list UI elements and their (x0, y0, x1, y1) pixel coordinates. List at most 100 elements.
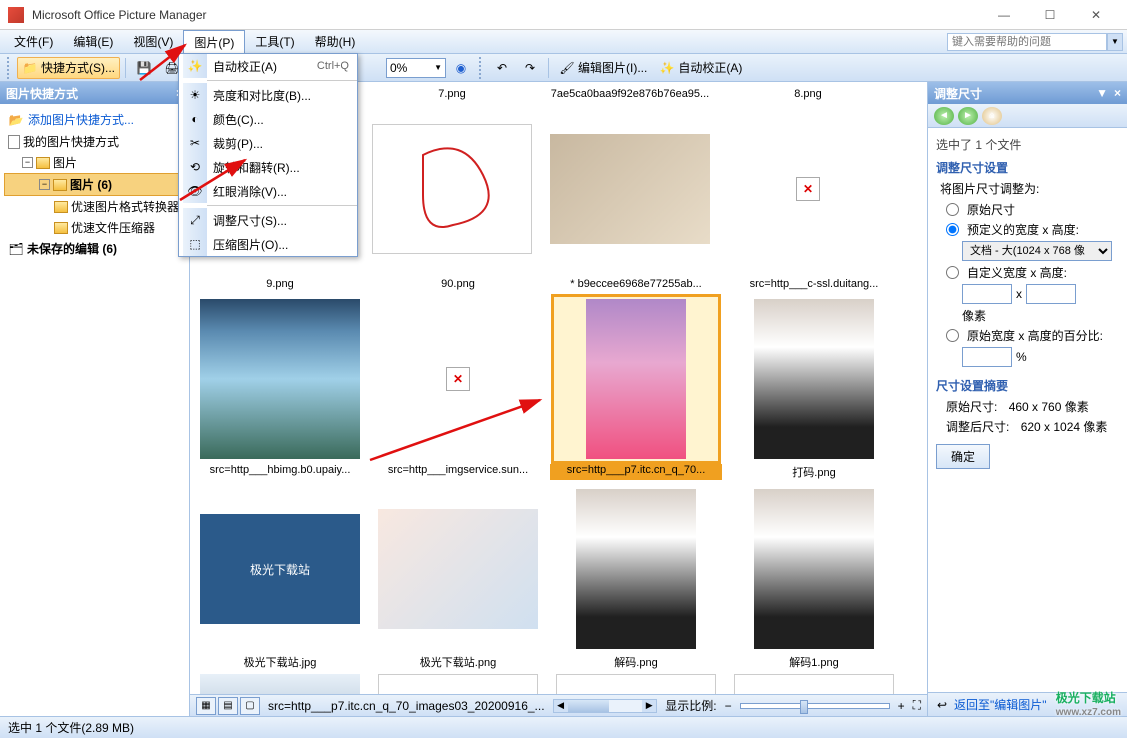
tree-root-label: 我的图片快捷方式 (23, 133, 119, 150)
help-dropdown-button[interactable]: ▼ (1107, 33, 1123, 51)
thumbnail[interactable] (551, 484, 721, 654)
page-icon (8, 135, 20, 149)
menu-edit[interactable]: 编辑(E) (63, 30, 123, 53)
zoom-in-button[interactable]: + (898, 699, 905, 713)
back-to-edit-link[interactable]: 返回至"编辑图片" (954, 696, 1047, 713)
thumbnail[interactable] (729, 484, 899, 654)
thumbnail[interactable] (545, 104, 715, 274)
radio-preset-size[interactable] (946, 223, 959, 236)
taskpane-close-button[interactable]: × (1114, 86, 1121, 100)
percent-input[interactable] (962, 347, 1012, 367)
menu-color[interactable]: ◐颜色(C)... (179, 107, 357, 131)
menu-file[interactable]: 文件(F) (4, 30, 63, 53)
preset-size-select[interactable]: 文档 - 大(1024 x 768 像 (962, 241, 1112, 261)
maximize-button[interactable]: ☐ (1027, 0, 1073, 30)
thumbnail[interactable] (551, 674, 721, 694)
thumbnail[interactable] (195, 674, 365, 694)
menu-tools[interactable]: 工具(T) (245, 30, 304, 53)
menu-compress[interactable]: ⬚压缩图片(O)... (179, 232, 357, 256)
menu-view[interactable]: 视图(V) (123, 30, 183, 53)
back-icon: ↩ (934, 697, 950, 713)
nav-home-button[interactable]: ⌂ (982, 107, 1002, 125)
custom-height-input[interactable] (1026, 284, 1076, 304)
thumbnail[interactable] (367, 104, 537, 274)
view-thumbs-button[interactable]: ▦ (196, 697, 216, 715)
collapse-icon[interactable]: − (39, 179, 50, 190)
radio-custom-label: 自定义宽度 x 高度: (967, 264, 1067, 281)
radio-original-size[interactable] (946, 203, 959, 216)
edit-picture-button[interactable]: 🖌编辑图片(I)... (554, 57, 652, 79)
radio-custom-size[interactable] (946, 266, 959, 279)
zoom-slider[interactable] (740, 703, 890, 709)
tree-compressor[interactable]: 优速文件压缩器 (4, 217, 185, 238)
menu-picture[interactable]: 图片(P) (183, 30, 245, 53)
rotate-right-button[interactable]: ↷ (517, 57, 543, 79)
tree-compressor-label: 优速文件压缩器 (71, 219, 155, 236)
menu-resize[interactable]: ⤢调整尺寸(S)... (179, 208, 357, 232)
help-button[interactable]: ◉ (448, 57, 474, 79)
menu-auto-correct[interactable]: ✨自动校正(A)Ctrl+Q (179, 54, 357, 78)
minimize-button[interactable]: — (981, 0, 1027, 30)
thumb-caption: 8.png (722, 88, 894, 104)
menu-crop[interactable]: ✂裁剪(P)... (179, 131, 357, 155)
brightness-icon: ☀ (187, 87, 203, 103)
scroll-right-button[interactable]: ▶ (642, 700, 656, 712)
thumbnail[interactable] (373, 484, 543, 654)
zoom-combo[interactable]: 0%▼ (386, 58, 446, 78)
rotate-left-button[interactable]: ↶ (489, 57, 515, 79)
custom-width-input[interactable] (962, 284, 1012, 304)
nav-forward-button[interactable]: ► (958, 107, 978, 125)
toolbar-grip[interactable] (7, 57, 12, 79)
view-single-button[interactable]: ▢ (240, 697, 260, 715)
tree-converter[interactable]: 优速图片格式转换器 (4, 196, 185, 217)
scroll-thumb[interactable] (568, 700, 609, 712)
shortcut-button[interactable]: 📁快捷方式(S)... (17, 57, 120, 79)
menu-redeye[interactable]: 👁红眼消除(V)... (179, 179, 357, 203)
taskpane-header: 调整尺寸 ▼ × (928, 82, 1127, 104)
close-button[interactable]: ✕ (1073, 0, 1119, 30)
menu-brightness[interactable]: ☀亮度和对比度(B)... (179, 83, 357, 107)
thumbnail[interactable] (729, 294, 899, 464)
thumbnail[interactable]: 极光下载站 (195, 484, 365, 654)
zoom-out-button[interactable]: − (725, 699, 732, 713)
original-size-value: 460 x 760 像素 (1009, 398, 1089, 415)
zoom-slider-knob[interactable] (800, 700, 808, 714)
tree-root[interactable]: 我的图片快捷方式 (4, 131, 185, 152)
zoom-fit-button[interactable]: ⛶ (913, 698, 921, 713)
view-filmstrip-button[interactable]: ▤ (218, 697, 238, 715)
broken-image-icon: ✕ (796, 177, 820, 201)
menu-rotate[interactable]: ⟲旋转和翻转(R)... (179, 155, 357, 179)
zoom-value: 0% (390, 61, 407, 75)
thumb-caption: 7.png (366, 88, 538, 104)
scroll-left-button[interactable]: ◀ (554, 700, 568, 712)
tree-unsaved[interactable]: 🗂未保存的编辑 (6) (4, 238, 185, 259)
horizontal-scrollbar[interactable]: ◀▶ (553, 699, 658, 713)
tree-pictures[interactable]: −图片 (4, 152, 185, 173)
save-button[interactable]: 💾 (131, 57, 157, 79)
thumbnail[interactable]: ✕ (723, 104, 893, 274)
folder-icon (54, 201, 68, 213)
nav-back-button[interactable]: ◄ (934, 107, 954, 125)
thumbnail-selected[interactable] (551, 294, 721, 464)
help-search-input[interactable] (947, 33, 1107, 51)
thumb-caption: 7ae5ca0baa9f92e876b76ea95... (544, 88, 716, 104)
collapse-icon[interactable]: − (22, 157, 33, 168)
taskpane-dropdown-button[interactable]: ▼ (1096, 86, 1108, 100)
auto-correct-button[interactable]: ✨自动校正(A) (654, 57, 747, 79)
auto-icon: ✨ (187, 58, 203, 74)
edit-picture-label: 编辑图片(I)... (578, 59, 647, 76)
watermark-url: www.xz7.com (1056, 707, 1121, 718)
toolbar-grip-2[interactable] (479, 57, 484, 79)
task-pane: 调整尺寸 ▼ × ◄ ► ⌂ 选中了 1 个文件 调整尺寸设置 将图片尺寸调整为… (927, 82, 1127, 716)
thumbnail[interactable] (373, 674, 543, 694)
crop-icon: ✂ (187, 135, 203, 151)
radio-percent-size[interactable] (946, 329, 959, 342)
thumbnail[interactable] (195, 294, 365, 464)
content-status-bar: ▦ ▤ ▢ src=http___p7.itc.cn_q_70_images03… (190, 694, 927, 716)
add-shortcut-link[interactable]: 📂添加图片快捷方式... (4, 108, 185, 131)
thumbnail[interactable] (729, 674, 899, 694)
ok-button[interactable]: 确定 (936, 444, 990, 469)
thumbnail[interactable]: ✕ (373, 294, 543, 464)
tree-pictures-6[interactable]: −图片 (6) (4, 173, 185, 196)
menu-help[interactable]: 帮助(H) (305, 30, 366, 53)
